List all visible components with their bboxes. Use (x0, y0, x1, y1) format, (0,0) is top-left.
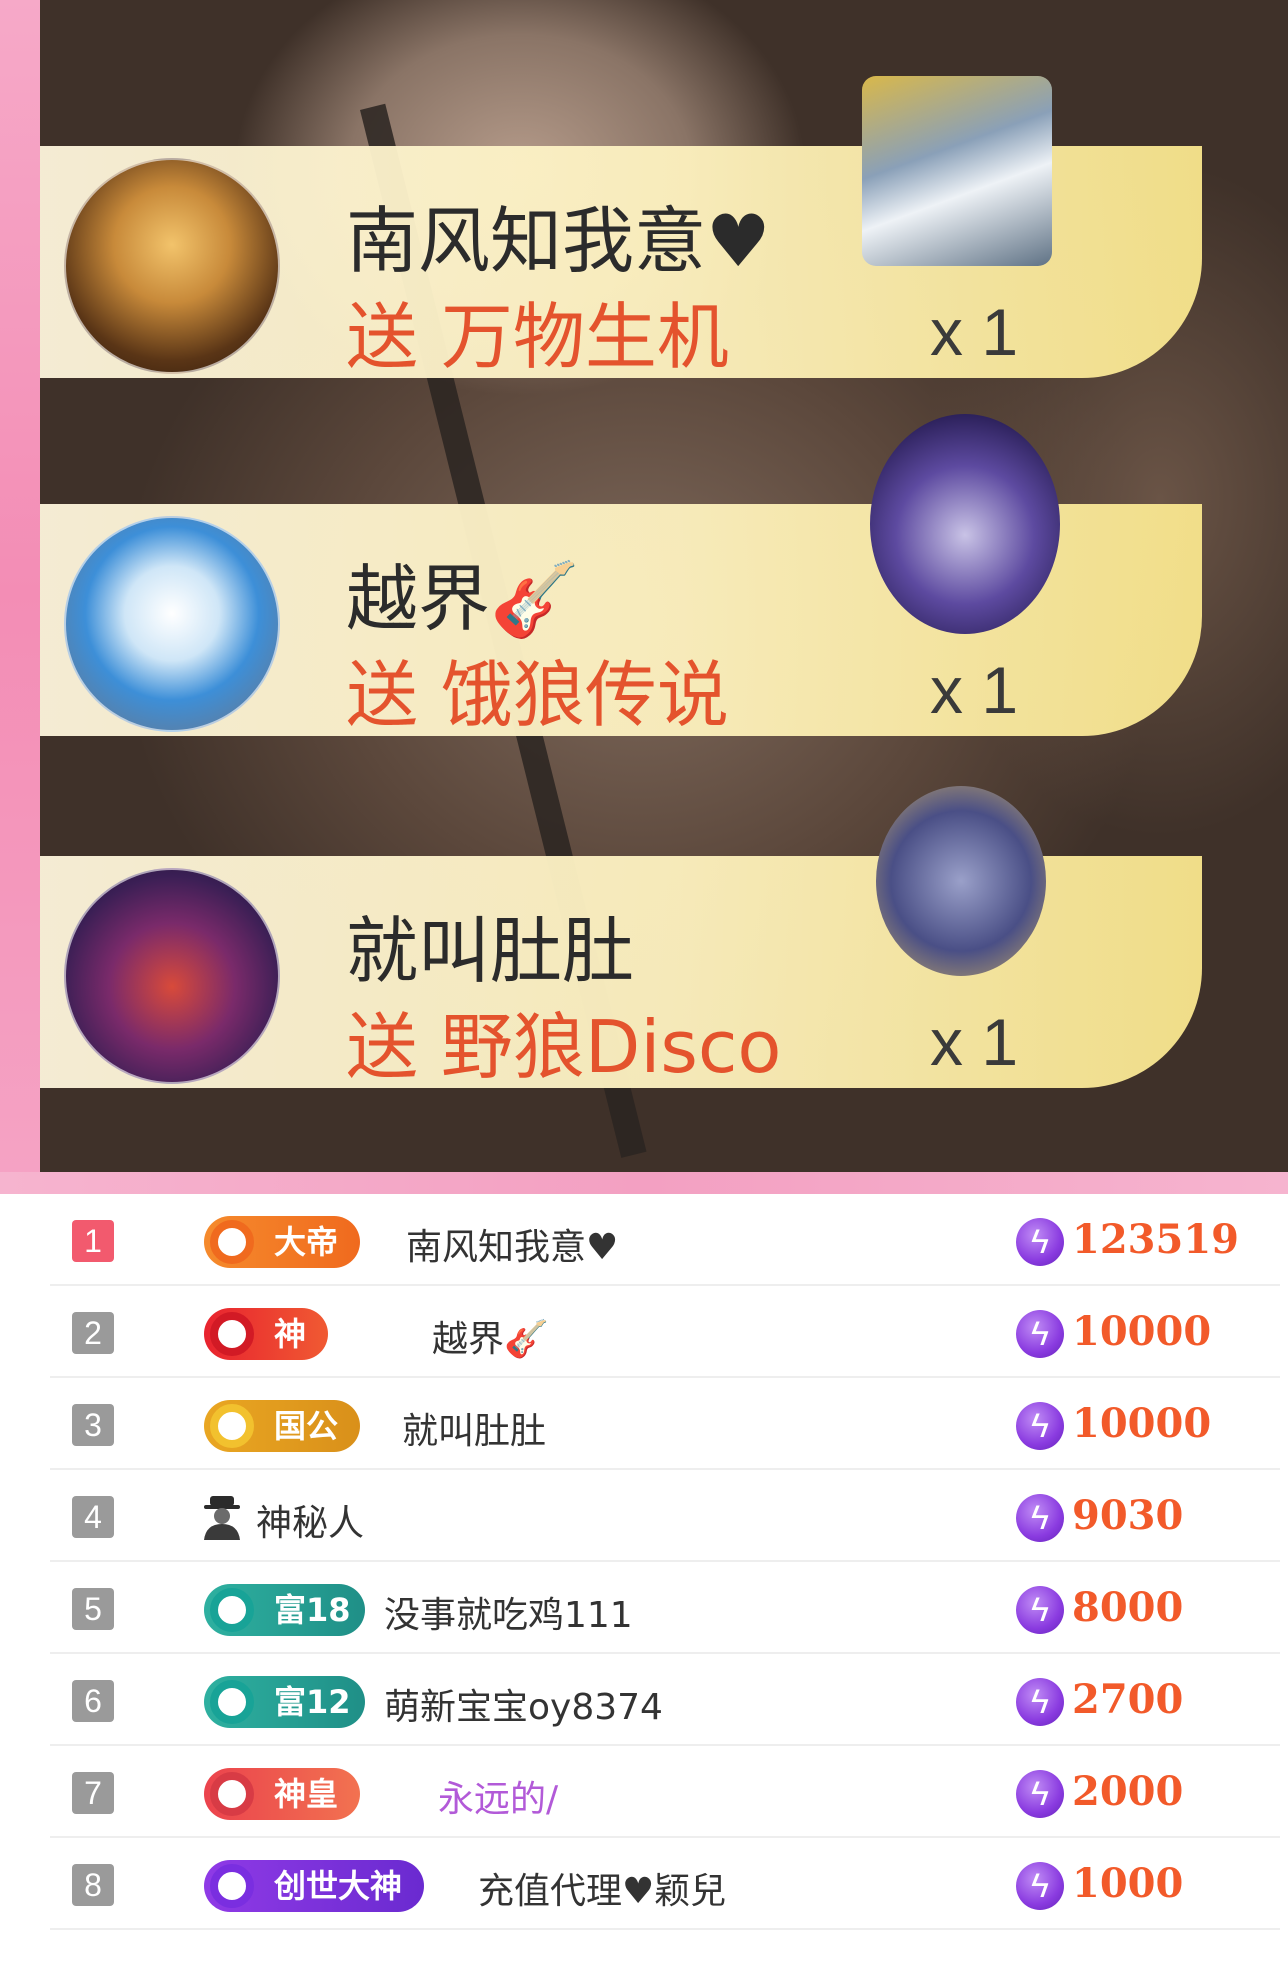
level-badge: 富18 (204, 1584, 365, 1636)
badge-icon (210, 1312, 254, 1356)
badge-label: 神 (274, 1315, 307, 1353)
lightning-bolt-icon: ϟ (1016, 1586, 1064, 1634)
badge-icon (210, 1588, 254, 1632)
score-value: 10000 (1072, 1400, 1212, 1447)
badge-label: 大帝 (274, 1223, 339, 1261)
avatar[interactable] (64, 158, 280, 374)
rank-number: 2 (72, 1312, 114, 1354)
rank-number: 3 (72, 1404, 114, 1446)
score-value: 2700 (1072, 1676, 1184, 1723)
gift-description: 送 万物生机 (346, 295, 729, 379)
level-badge: 富12 (204, 1676, 365, 1728)
score-value: 1000 (1072, 1860, 1184, 1907)
gift-description: 送 野狼Disco (346, 1005, 782, 1089)
lightning-bolt-icon: ϟ (1016, 1770, 1064, 1818)
gift-image (862, 76, 1052, 266)
gift-sender-name: 越界🎸 (346, 557, 580, 641)
rank-number: 6 (72, 1680, 114, 1722)
user-name: 没事就吃鸡111 (384, 1595, 633, 1636)
gift-count: x 1 (930, 1005, 1019, 1079)
gift-image (870, 414, 1060, 634)
badge-label: 富12 (274, 1683, 351, 1721)
user-name: 神秘人 (256, 1503, 365, 1544)
lightning-bolt-icon: ϟ (1016, 1402, 1064, 1450)
rank-number: 5 (72, 1588, 114, 1630)
user-name: 充值代理♥颖兒 (478, 1871, 727, 1912)
badge-icon (210, 1864, 254, 1908)
gift-image (876, 786, 1046, 976)
lightning-bolt-icon: ϟ (1016, 1494, 1064, 1542)
pink-side-strip (0, 0, 40, 1184)
table-row[interactable]: 8 创世大神 充值代理♥颖兒 ϟ 1000 (50, 1838, 1280, 1930)
gift-sender-name: 就叫肚肚 (346, 909, 635, 993)
lightning-bolt-icon: ϟ (1016, 1310, 1064, 1358)
user-name: 萌新宝宝oy8374 (384, 1687, 663, 1728)
badge-label: 富18 (274, 1591, 351, 1629)
table-row[interactable]: 3 国公 就叫肚肚 ϟ 10000 (50, 1378, 1280, 1470)
avatar[interactable] (64, 516, 280, 732)
level-badge: 神皇 (204, 1768, 361, 1820)
gift-sender-name: 南风知我意♥ (346, 199, 771, 283)
user-name: 南风知我意♥ (406, 1227, 619, 1268)
badge-label: 创世大神 (274, 1867, 403, 1905)
level-badge: 国公 (204, 1400, 361, 1452)
level-badge: 神 (204, 1308, 329, 1360)
mystery-person-icon (204, 1496, 240, 1540)
table-row[interactable]: 6 富12 萌新宝宝oy8374 ϟ 2700 (50, 1654, 1280, 1746)
badge-label: 神皇 (274, 1775, 339, 1813)
avatar[interactable] (64, 868, 280, 1084)
badge-icon (210, 1220, 254, 1264)
badge-icon (210, 1404, 254, 1448)
badge-label: 国公 (274, 1407, 339, 1445)
lightning-bolt-icon: ϟ (1016, 1678, 1064, 1726)
table-row[interactable]: 7 神皇 永远的/ ϟ 2000 (50, 1746, 1280, 1838)
gift-card: 越界🎸 送 饿狼传说 x 1 (40, 414, 1202, 737)
score-value: 10000 (1072, 1308, 1212, 1355)
gift-feed-area: 南风知我意♥ 送 万物生机 x 1 越界🎸 送 饿狼传说 x 1 就叫肚肚 送 … (0, 0, 1288, 1184)
level-badge: 创世大神 (204, 1860, 425, 1912)
score-value: 2000 (1072, 1768, 1184, 1815)
badge-icon (210, 1680, 254, 1724)
lightning-bolt-icon: ϟ (1016, 1218, 1064, 1266)
score-value: 8000 (1072, 1584, 1184, 1631)
table-row[interactable]: 4 神秘人 ϟ 9030 (50, 1470, 1280, 1562)
gift-card: 就叫肚肚 送 野狼Disco x 1 (40, 786, 1202, 1089)
rank-number: 8 (72, 1864, 114, 1906)
score-value: 9030 (1072, 1492, 1184, 1539)
rank-number: 1 (72, 1220, 114, 1262)
divider-band (0, 1172, 1288, 1194)
user-name: 永远的/ (438, 1779, 559, 1820)
score-value: 123519 (1072, 1216, 1239, 1263)
gift-count: x 1 (930, 653, 1019, 727)
rank-number: 7 (72, 1772, 114, 1814)
table-row[interactable]: 5 富18 没事就吃鸡111 ϟ 8000 (50, 1562, 1280, 1654)
user-name: 就叫肚肚 (402, 1411, 547, 1452)
table-row[interactable]: 1 大帝 南风知我意♥ ϟ 123519 (50, 1194, 1280, 1286)
gift-description: 送 饿狼传说 (346, 653, 729, 737)
rank-number: 4 (72, 1496, 114, 1538)
table-row[interactable]: 2 神 越界🎸 ϟ 10000 (50, 1286, 1280, 1378)
badge-icon (210, 1772, 254, 1816)
level-badge: 大帝 (204, 1216, 361, 1268)
user-name: 越界🎸 (432, 1319, 549, 1360)
gift-card: 南风知我意♥ 送 万物生机 x 1 (40, 76, 1202, 379)
gift-count: x 1 (930, 295, 1019, 369)
lightning-bolt-icon: ϟ (1016, 1862, 1064, 1910)
